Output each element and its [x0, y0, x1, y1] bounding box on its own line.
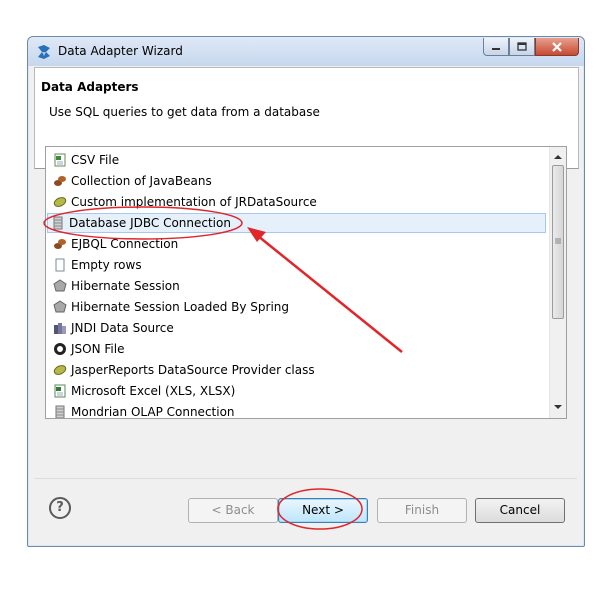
jndi-icon	[54, 323, 66, 334]
hibernate-icon	[53, 279, 67, 292]
excel-icon	[54, 384, 66, 398]
adapter-list[interactable]: CSV File Collection of JavaBeans Custom …	[45, 146, 567, 419]
window-title: Data Adapter Wizard	[58, 44, 183, 58]
jrdatasource-icon	[53, 365, 67, 375]
minimize-icon	[492, 47, 500, 50]
vertical-scrollbar[interactable]	[549, 147, 566, 418]
hibernate-icon	[53, 300, 67, 313]
list-item-microsoft-excel[interactable]: Microsoft Excel (XLS, XLSX)	[50, 381, 546, 401]
app-logo-icon	[38, 45, 50, 59]
empty-rows-icon	[55, 258, 65, 272]
close-icon	[552, 41, 562, 52]
finish-button[interactable]: Finish	[377, 498, 467, 523]
help-button[interactable]: ?	[49, 497, 71, 519]
list-item-mondrian-olap[interactable]: Mondrian OLAP Connection	[50, 402, 546, 418]
maximize-icon	[517, 42, 527, 51]
caption-buttons	[483, 38, 579, 57]
jrdatasource-icon	[53, 197, 67, 207]
list-item-empty-rows[interactable]: Empty rows	[50, 255, 546, 275]
wizard-window: Data Adapter Wizard Data Adapters Use SQ…	[27, 36, 585, 547]
csv-file-icon	[54, 153, 66, 167]
page-description: Use SQL queries to get data from a datab…	[49, 105, 320, 119]
title-bar[interactable]: Data Adapter Wizard	[28, 37, 584, 66]
list-item-database-jdbc[interactable]: Database JDBC Connection	[47, 213, 546, 233]
list-item-hibernate-spring[interactable]: Hibernate Session Loaded By Spring	[50, 297, 546, 317]
page-title: Data Adapters	[41, 80, 139, 94]
scrollbar-thumb[interactable]	[552, 165, 564, 319]
footer-separator	[34, 478, 577, 479]
list-item-csv-file[interactable]: CSV File	[50, 150, 546, 170]
cancel-button[interactable]: Cancel	[475, 498, 565, 523]
list-item-custom-jrdatasource[interactable]: Custom implementation of JRDataSource	[50, 192, 546, 212]
minimize-button[interactable]	[483, 38, 509, 56]
list-item-jasperreports-provider[interactable]: JasperReports DataSource Provider class	[50, 360, 546, 380]
list-item-hibernate-session[interactable]: Hibernate Session	[50, 276, 546, 296]
database-icon	[53, 216, 63, 230]
scroll-down-arrow-icon[interactable]	[554, 403, 562, 411]
maximize-button[interactable]	[509, 38, 535, 56]
list-item-javabeans[interactable]: Collection of JavaBeans	[50, 171, 546, 191]
list-item-json-file[interactable]: JSON File	[50, 339, 546, 359]
grip-icon	[555, 238, 561, 244]
json-icon	[54, 343, 66, 355]
next-button[interactable]: Next >	[278, 498, 368, 523]
scroll-up-arrow-icon[interactable]	[554, 153, 562, 161]
javabeans-icon	[54, 239, 66, 249]
close-button[interactable]	[535, 38, 579, 56]
list-item-ejbql[interactable]: EJBQL Connection	[50, 234, 546, 254]
back-button[interactable]: < Back	[188, 498, 278, 523]
javabeans-icon	[54, 176, 66, 186]
database-icon	[55, 405, 65, 418]
list-item-jndi[interactable]: JNDI Data Source	[50, 318, 546, 338]
